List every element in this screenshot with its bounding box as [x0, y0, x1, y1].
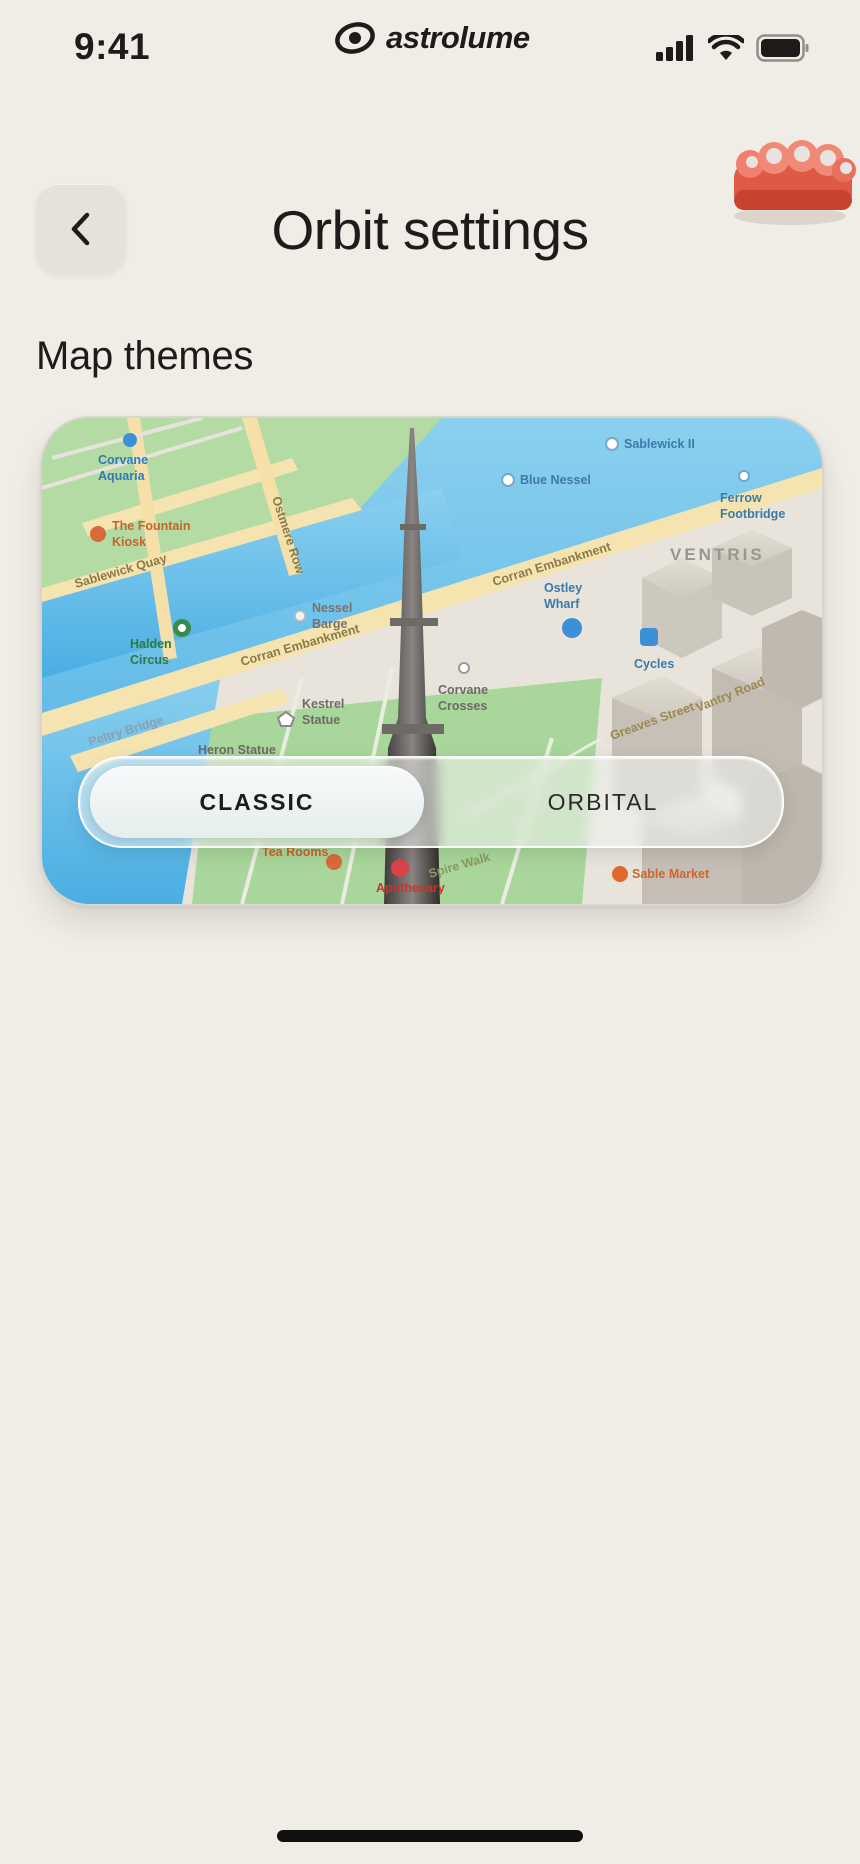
- map-label: Kestrel: [302, 697, 344, 711]
- map-label: Sablewick II: [624, 437, 695, 451]
- map-label: The Fountain: [112, 519, 190, 533]
- map-label: Corvane: [438, 683, 488, 697]
- signal-icon: [656, 35, 693, 61]
- map-label: Apothecary: [376, 881, 445, 895]
- place-pin-icon: [458, 662, 470, 674]
- status-bar: 9:41 astrolume: [0, 0, 860, 100]
- map-label: Corvane: [98, 453, 148, 467]
- place-pin-icon: [501, 473, 515, 487]
- cycles-pin-icon: [640, 628, 658, 646]
- theme-option-classic[interactable]: CLASSIC: [90, 766, 424, 838]
- astrolume-logo-icon: [335, 22, 375, 54]
- battery-icon: [756, 34, 809, 62]
- restaurant-pin-icon: [90, 526, 106, 542]
- map-label: Blue Nessel: [520, 473, 591, 487]
- map-label: Statue: [302, 713, 340, 727]
- place-pin-icon: [738, 470, 750, 482]
- mascot-icon: [734, 140, 856, 225]
- market-pin-icon: [612, 866, 628, 882]
- section-title-map-themes: Map themes: [36, 334, 254, 378]
- map-theme-selector: CLASSIC ORBITAL: [78, 756, 784, 848]
- map-label: Wharf: [544, 597, 580, 611]
- aquarium-pin-icon: [123, 433, 137, 447]
- map-label: Circus: [130, 653, 169, 667]
- map-label: Nessel: [312, 601, 352, 615]
- home-indicator[interactable]: [277, 1830, 583, 1842]
- system-icons: [656, 34, 810, 62]
- theme-option-orbital[interactable]: ORBITAL: [436, 766, 770, 838]
- map-label: Sable Market: [632, 867, 710, 881]
- map-label: Ostley: [544, 581, 582, 595]
- brand: astrolume: [334, 20, 530, 56]
- wifi-icon: [708, 35, 744, 60]
- map-label: Footbridge: [720, 507, 785, 521]
- map-label: Kiosk: [112, 535, 146, 549]
- map-label: Aquaria: [98, 469, 146, 483]
- map-label: Halden: [130, 637, 172, 651]
- pharmacy-pin-icon: [391, 859, 409, 877]
- place-pin-icon: [294, 610, 306, 622]
- map-label: Crosses: [438, 699, 487, 713]
- map-label: Cycles: [634, 657, 674, 671]
- place-pin-icon: [605, 437, 619, 451]
- map-label: VENTRIS: [670, 545, 765, 564]
- map-label: Ferrow: [720, 491, 762, 505]
- brand-name: astrolume: [386, 20, 530, 55]
- status-time: 9:41: [74, 26, 151, 67]
- map-label: Heron Statue: [198, 743, 276, 757]
- wharf-pin-icon: [562, 618, 582, 638]
